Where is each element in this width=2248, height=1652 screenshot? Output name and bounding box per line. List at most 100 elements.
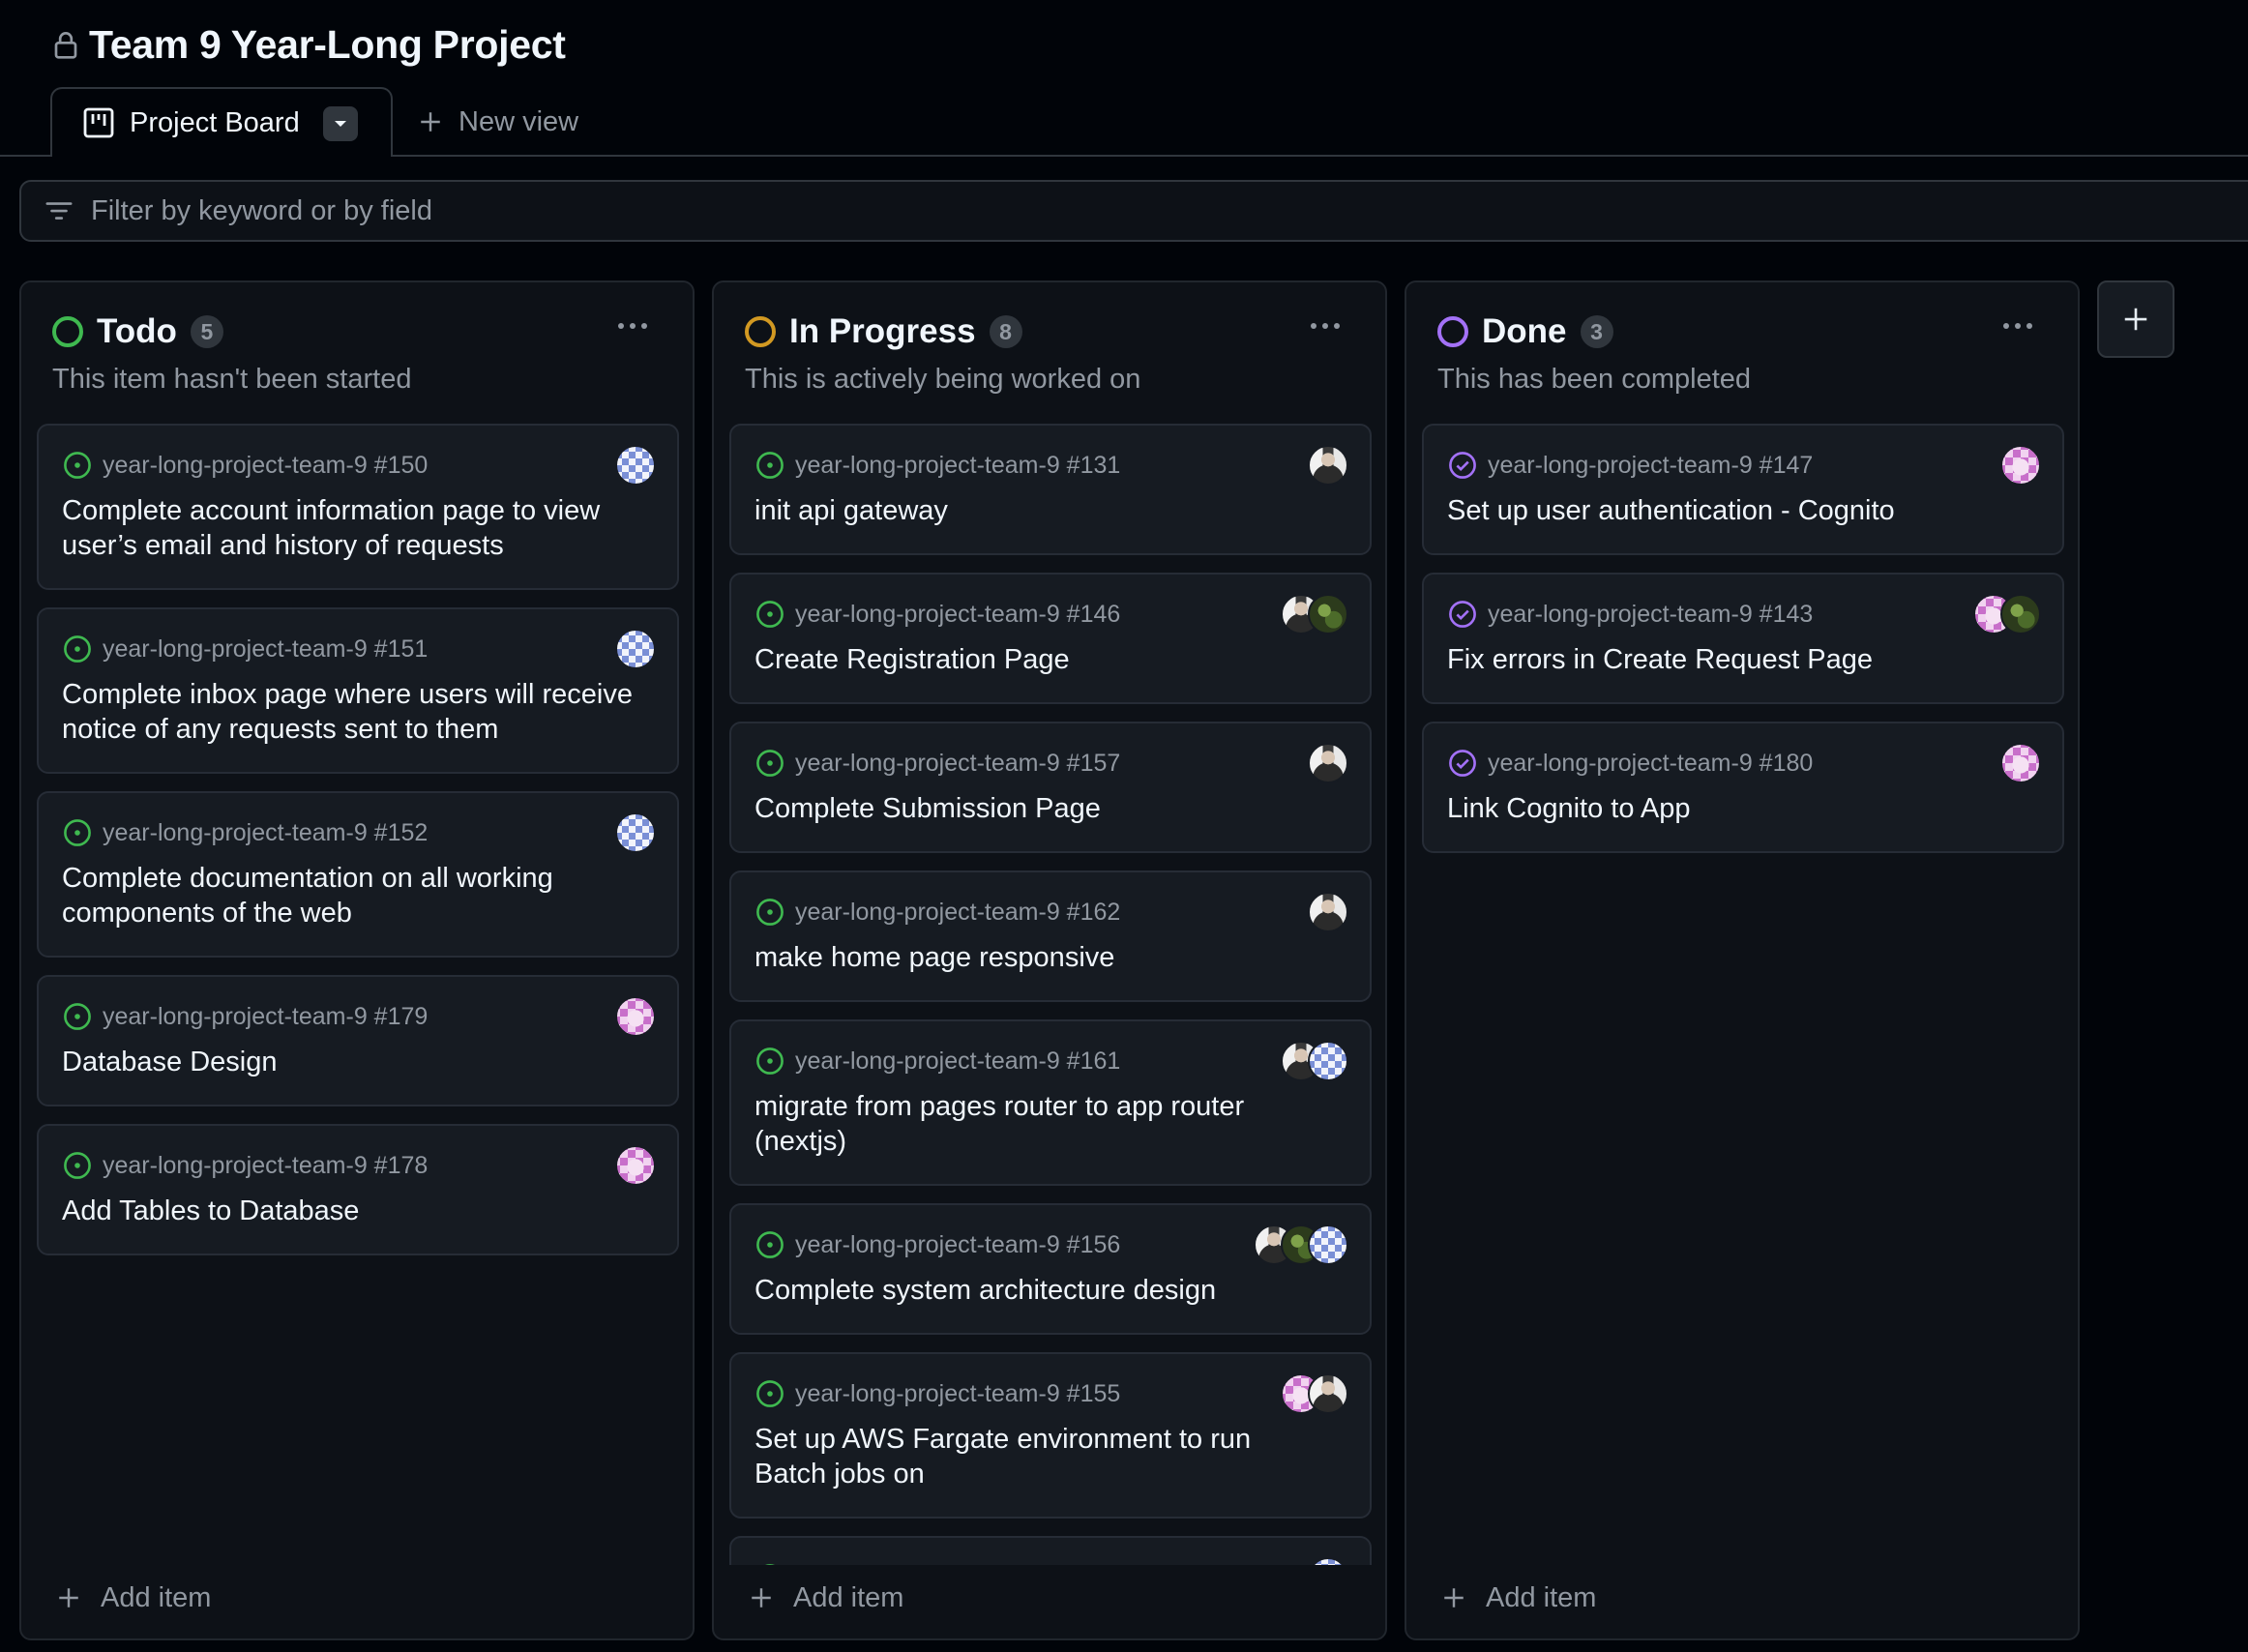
issue-ref-text[interactable]: year-long-project-team-9 #152 [103,819,428,847]
issue-ref-text[interactable]: year-long-project-team-9 #157 [795,750,1120,778]
issue-ref-text[interactable]: year-long-project-team-9 #162 [795,899,1120,927]
filter-input[interactable] [91,194,1252,227]
issue-title[interactable]: Complete account information page to vie… [62,493,633,563]
tab-project-board[interactable]: Project Board [50,87,393,159]
issue-reference: year-long-project-team-9 #157 [754,747,1120,780]
issue-ref-text[interactable]: year-long-project-team-9 #147 [1488,452,1813,480]
issue-ref-text[interactable]: year-long-project-team-9 #146 [795,601,1120,629]
issue-card[interactable]: year-long-project-team-9 #161 migrate fr… [729,1019,1372,1186]
avatar[interactable] [1308,1224,1348,1265]
issue-ref-text[interactable]: year-long-project-team-9 #143 [1488,601,1813,629]
issue-reference: year-long-project-team-9 #143 [1447,598,1813,631]
avatar[interactable] [615,812,656,853]
issue-title[interactable]: Database Design [62,1045,633,1079]
issue-ref-text[interactable]: year-long-project-team-9 #141 [795,1564,1120,1566]
issue-open-icon [756,601,784,628]
column-header: In Progress 8 [745,308,1022,356]
column-menu-button[interactable] [613,311,652,340]
add-item-button[interactable]: Add item [56,1578,211,1617]
issue-card[interactable]: year-long-project-team-9 #152 Complete d… [37,791,679,958]
avatar[interactable] [615,629,656,669]
add-item-button[interactable]: Add item [749,1578,903,1617]
issue-title[interactable]: Add Tables to Database [62,1194,633,1228]
issue-ref-text[interactable]: year-long-project-team-9 #179 [103,1003,428,1031]
column-count: 8 [989,315,1022,348]
issue-card[interactable]: year-long-project-team-9 #155 Set up AWS… [729,1352,1372,1519]
kebab-horizontal-icon [618,323,647,329]
issue-ref-text[interactable]: year-long-project-team-9 #151 [103,635,428,664]
assignees [615,996,656,1037]
issue-title[interactable]: Set up user authentication - Cognito [1447,493,2018,528]
issue-title[interactable]: migrate from pages router to app router … [754,1089,1325,1159]
avatar[interactable] [1308,892,1348,932]
issue-ref-text[interactable]: year-long-project-team-9 #156 [795,1231,1120,1259]
issue-card[interactable]: year-long-project-team-9 #151 Complete i… [37,607,679,774]
issue-ref-text[interactable]: year-long-project-team-9 #180 [1488,750,1813,778]
plus-icon [752,1588,771,1608]
avatar[interactable] [615,1145,656,1186]
issue-card[interactable]: year-long-project-team-9 #141 [729,1536,1372,1565]
avatar[interactable] [2000,445,2041,486]
avatar[interactable] [1308,594,1348,634]
new-view-button[interactable]: New view [418,87,578,157]
issue-card[interactable]: year-long-project-team-9 #147 Set up use… [1422,424,2064,555]
issue-card[interactable]: year-long-project-team-9 #178 Add Tables… [37,1124,679,1255]
assignees [1308,743,1348,783]
issue-open-icon [756,1380,784,1407]
avatar[interactable] [1308,743,1348,783]
triangle-down-icon [335,121,346,127]
issue-title[interactable]: Complete inbox page where users will rec… [62,677,633,747]
issue-ref-text[interactable]: year-long-project-team-9 #178 [103,1152,428,1180]
column-menu-button[interactable] [1306,311,1345,340]
issue-ref-text[interactable]: year-long-project-team-9 #161 [795,1047,1120,1076]
column-menu-button[interactable] [1998,311,2037,340]
issue-card[interactable]: year-long-project-team-9 #146 Create Reg… [729,573,1372,704]
assignees [615,812,656,853]
issue-card[interactable]: year-long-project-team-9 #131 init api g… [729,424,1372,555]
issue-card[interactable]: year-long-project-team-9 #150 Complete a… [37,424,679,590]
issue-title[interactable]: init api gateway [754,493,1325,528]
avatar[interactable] [1308,1373,1348,1414]
avatar[interactable] [615,996,656,1037]
assignees [1308,445,1348,486]
issue-reference: year-long-project-team-9 #147 [1447,449,1813,482]
issue-card[interactable]: year-long-project-team-9 #180 Link Cogni… [1422,722,2064,853]
column-description: This item hasn't been started [52,364,412,395]
view-options-button[interactable] [323,106,358,141]
lock-icon [54,32,77,59]
add-item-button[interactable]: Add item [1441,1578,1596,1617]
issue-card[interactable]: year-long-project-team-9 #179 Database D… [37,975,679,1106]
issue-title[interactable]: make home page responsive [754,940,1325,975]
page-header: Team 9 Year-Long Project [52,19,566,70]
issue-title[interactable]: Link Cognito to App [1447,791,2018,826]
issue-title[interactable]: Set up AWS Fargate environment to run Ba… [754,1422,1325,1491]
issue-ref-text[interactable]: year-long-project-team-9 #150 [103,452,428,480]
issue-title[interactable]: Complete documentation on all working co… [62,861,633,930]
issue-title[interactable]: Create Registration Page [754,642,1325,677]
status-circle-icon [52,316,83,347]
avatar[interactable] [2000,743,2041,783]
avatar[interactable] [2000,594,2041,634]
column-count: 3 [1580,315,1613,348]
issue-ref-text[interactable]: year-long-project-team-9 #131 [795,452,1120,480]
kebab-horizontal-icon [1311,323,1340,329]
issue-title[interactable]: Complete Submission Page [754,791,1325,826]
issue-reference: year-long-project-team-9 #178 [62,1149,428,1182]
avatar[interactable] [1308,1041,1348,1081]
avatar[interactable] [1308,445,1348,486]
issue-open-icon [64,819,91,846]
card-list: year-long-project-team-9 #150 Complete a… [37,424,679,1565]
tab-label: Project Board [130,106,300,138]
issue-title[interactable]: Fix errors in Create Request Page [1447,642,2018,677]
issue-closed-icon [1449,601,1476,628]
issue-title[interactable]: Complete system architecture design [754,1273,1325,1308]
issue-card[interactable]: year-long-project-team-9 #143 Fix errors… [1422,573,2064,704]
issue-ref-text[interactable]: year-long-project-team-9 #155 [795,1380,1120,1408]
avatar[interactable] [1308,1557,1348,1565]
avatar[interactable] [615,445,656,486]
add-column-button[interactable] [2097,280,2174,358]
issue-card[interactable]: year-long-project-team-9 #162 make home … [729,870,1372,1002]
issue-card[interactable]: year-long-project-team-9 #156 Complete s… [729,1203,1372,1335]
issue-card[interactable]: year-long-project-team-9 #157 Complete S… [729,722,1372,853]
new-view-label: New view [458,105,579,137]
